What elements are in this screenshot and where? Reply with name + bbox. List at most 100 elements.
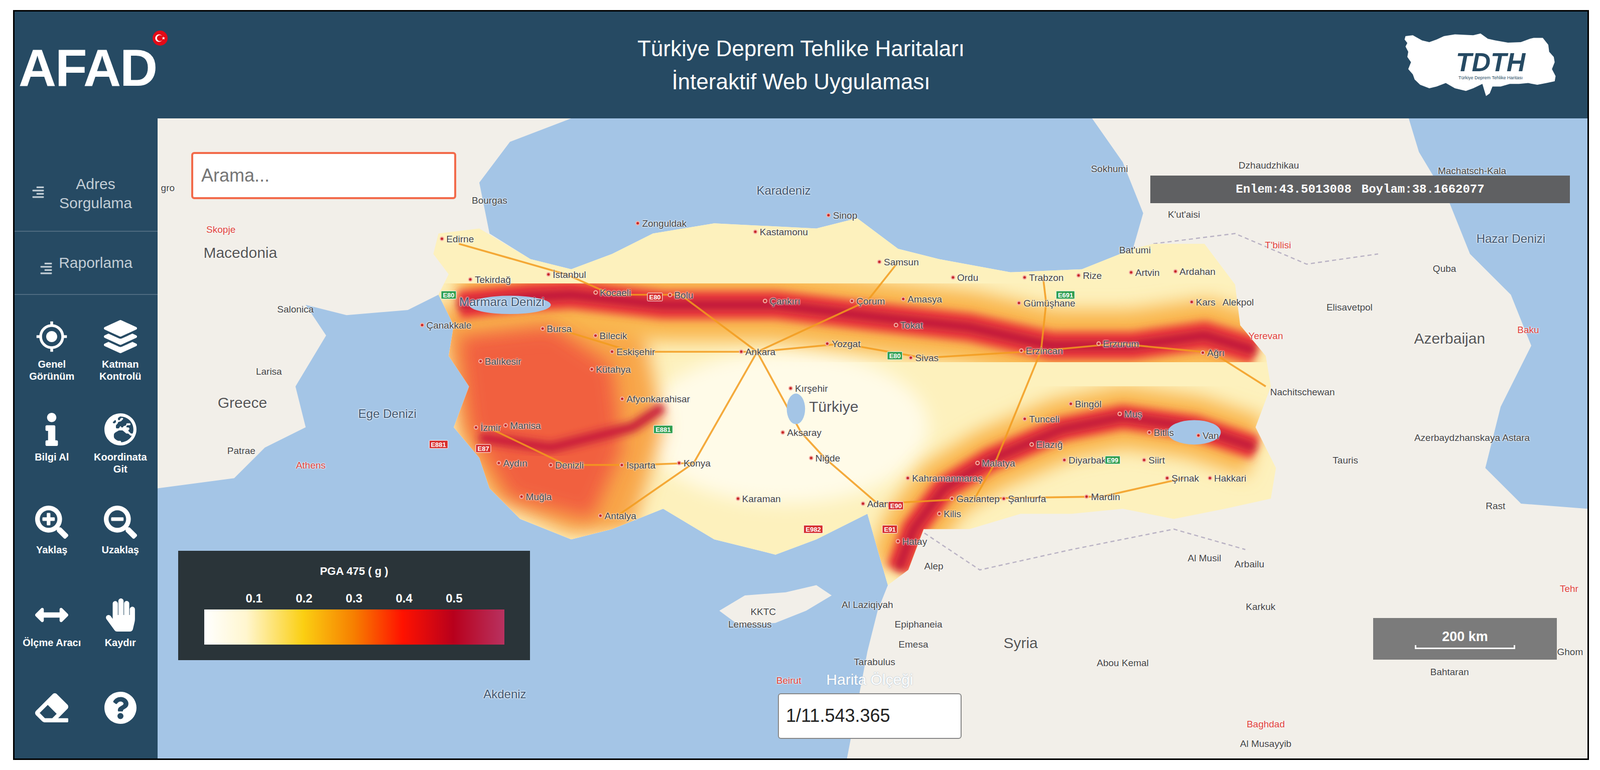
map-label: Hatay xyxy=(895,537,928,547)
map-label: Beirut xyxy=(776,675,802,686)
tool-button[interactable]: Ölçme Aracı xyxy=(17,598,87,692)
map-label: Van xyxy=(1195,430,1219,441)
map-label: Abou Kemal xyxy=(1096,658,1149,669)
app-title: Türkiye Deprem Tehlike Haritalarıİnterak… xyxy=(637,32,965,99)
road-shield: E982 xyxy=(803,524,823,534)
city-dot xyxy=(1022,275,1027,280)
map-label: Siirt xyxy=(1141,455,1165,465)
road-shield: E87 xyxy=(475,444,492,454)
city-dot xyxy=(593,290,598,296)
map-label: Aksaray xyxy=(780,427,822,438)
city-dot xyxy=(589,366,594,372)
city-dot xyxy=(609,349,615,355)
map-label: Ankara xyxy=(738,347,776,357)
city-dot xyxy=(1141,457,1147,463)
measure-arrows-icon xyxy=(35,598,69,632)
city-dot xyxy=(975,460,980,466)
city-dot xyxy=(1164,476,1170,481)
tool-button[interactable]: Bilgi Al xyxy=(17,413,87,506)
map-label: Epiphaneia xyxy=(894,619,943,629)
map-label: Çorum xyxy=(849,296,885,306)
city-dot xyxy=(900,296,906,302)
tool-button[interactable] xyxy=(17,691,87,759)
map-label: Gaziantep xyxy=(949,493,1000,504)
legend-ticks: 0.10.20.30.40.5 xyxy=(204,589,505,610)
city-dot xyxy=(1195,433,1201,438)
map-label: Gümüşhane xyxy=(1016,298,1076,308)
map-label: Bilecik xyxy=(593,330,628,341)
map-label: T'bilisi xyxy=(1264,239,1291,250)
map-label: Machatsch-Kala xyxy=(1437,165,1507,176)
map-label: Tokat xyxy=(893,320,923,331)
city-dot xyxy=(1200,350,1206,356)
city-dot xyxy=(1016,300,1022,306)
city-dot xyxy=(950,275,956,280)
tool-button[interactable] xyxy=(86,691,156,759)
city-dot xyxy=(1061,457,1067,463)
map-label: Şırnak xyxy=(1164,473,1199,484)
city-dot xyxy=(503,423,508,428)
city-dot xyxy=(519,494,524,499)
eraser-icon xyxy=(35,691,69,725)
road-shield: E80 xyxy=(887,351,903,361)
map-label: Skopje xyxy=(206,224,236,235)
map-label: Tekirdağ xyxy=(468,275,511,285)
city-dot xyxy=(738,349,744,355)
app-frame: AFADTürkiye Deprem Tehlike Haritalarıİnt… xyxy=(13,10,1589,761)
city-dot xyxy=(905,476,910,481)
tool-button[interactable]: Koordinata Git xyxy=(86,413,156,506)
list-icon xyxy=(39,261,53,276)
city-dot xyxy=(468,277,473,283)
city-dot xyxy=(540,326,545,331)
map-label: Kilis xyxy=(937,509,962,519)
map[interactable]: groBourgasKaradenizSokhumiDzhaudzhikauMa… xyxy=(157,118,1588,759)
map-label: Malatya xyxy=(975,458,1016,468)
city-dot xyxy=(908,355,914,361)
city-dot xyxy=(1076,273,1081,278)
map-label: Karadeniz xyxy=(756,184,811,197)
city-dot xyxy=(619,462,625,468)
map-label: Kocaeli xyxy=(593,288,631,298)
road-shield: E881 xyxy=(653,425,673,434)
tool-grid: Genel GörünümKatman KontrolüBilgi AlKoor… xyxy=(14,295,158,759)
legend-title: PGA 475 ( g ) xyxy=(319,563,388,580)
tdth-logo[interactable]: TDTHTürkiye Deprem Tehlike Haritası xyxy=(1402,32,1559,98)
map-scale-input[interactable]: 1/11.543.365 xyxy=(777,693,962,740)
sidebar-menu-item[interactable]: Raporlama xyxy=(14,231,158,296)
city-dot xyxy=(893,323,899,328)
map-label: Eskişehir xyxy=(609,347,655,357)
tool-button[interactable]: Yaklaş xyxy=(17,505,87,599)
tool-button[interactable]: Genel Görünüm xyxy=(17,320,87,414)
map-label: Trabzon xyxy=(1022,272,1064,283)
map-label: Azerbaijan xyxy=(1413,331,1486,347)
map-label: Baghdad xyxy=(1246,719,1285,729)
map-label: Nachitschewan xyxy=(1270,386,1336,397)
map-label: Kütahya xyxy=(589,364,631,374)
legend-tick: 0.5 xyxy=(445,589,463,608)
city-dot xyxy=(1068,401,1074,407)
city-dot xyxy=(593,333,598,338)
map-label: Azerbaydzhanskaya Astara xyxy=(1414,432,1530,443)
map-label: Tauris xyxy=(1332,455,1359,465)
map-label: Lemessus xyxy=(728,619,772,629)
sidebar-menu-item[interactable]: Adres Sorgulama xyxy=(14,118,158,232)
city-dot xyxy=(809,455,814,461)
map-label: Bolu xyxy=(667,290,694,300)
map-label: Macedonia xyxy=(203,245,278,261)
map-label: Afyonkarahisar xyxy=(619,393,691,404)
map-label: Karaman xyxy=(735,493,781,504)
search-input[interactable]: Arama... xyxy=(191,152,457,200)
city-dot xyxy=(849,298,855,304)
map-label: Akdeniz xyxy=(483,688,526,701)
map-label: Bingöl xyxy=(1068,398,1102,409)
map-label: Salonica xyxy=(277,304,314,314)
map-label: Denizli xyxy=(548,460,584,470)
tool-button[interactable]: Kaydır xyxy=(86,598,156,692)
tool-button[interactable]: Uzaklaş xyxy=(86,505,156,599)
info-icon xyxy=(35,413,69,447)
tool-button[interactable]: Katman Kontrolü xyxy=(86,320,156,414)
city-dot xyxy=(667,292,673,298)
city-dot xyxy=(419,323,425,328)
map-label: Sivas xyxy=(908,353,939,363)
afad-logo[interactable]: AFAD xyxy=(18,36,638,94)
